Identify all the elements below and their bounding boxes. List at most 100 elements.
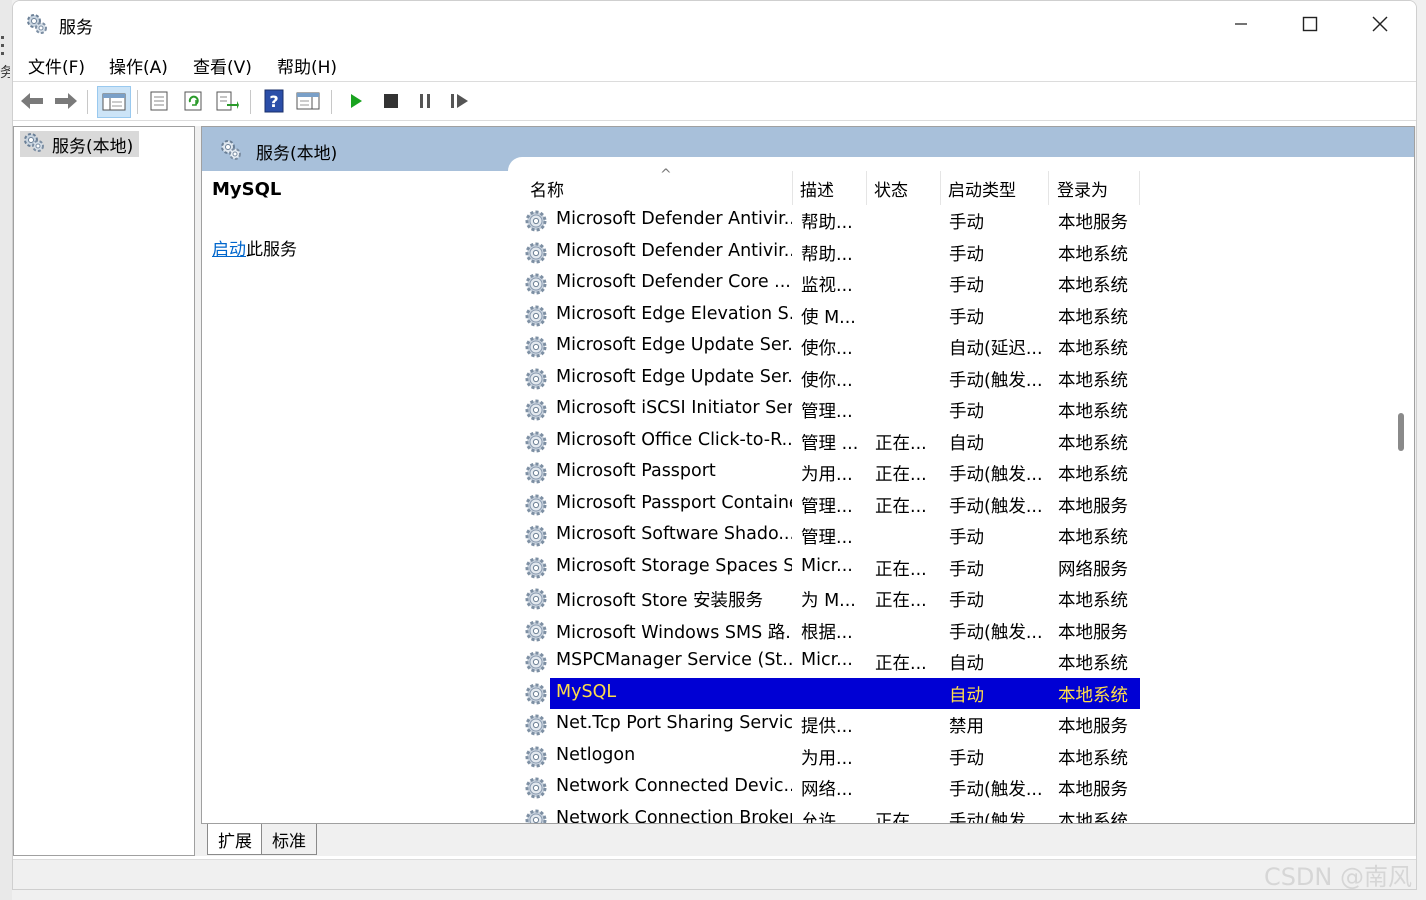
scrollbar-thumb[interactable] [1398,413,1404,451]
table-row[interactable]: Net.Tcp Port Sharing Service 提供... 禁用 本地服务 [518,709,1400,741]
service-description: 允许... [801,811,853,824]
table-row[interactable]: Microsoft Passport Container 管理... 正在... 手动… [518,489,1400,521]
menu-bar: 文件(F) 操作(A) 查看(V) 帮助(H) [13,47,1416,82]
service-log-on-as: 本地系统 [1058,244,1128,265]
refresh-icon[interactable] [180,88,206,114]
table-row[interactable]: Microsoft Defender Antivir... 帮助... 手动 本地服务 [518,205,1400,237]
table-row[interactable]: Microsoft Storage Spaces S... Micr... 正在..… [518,552,1400,584]
back-arrow-icon[interactable] [19,88,45,114]
service-name: Microsoft Defender Antivir... [556,209,792,229]
column-header-status[interactable]: 状态 [874,171,940,205]
column-header-description[interactable]: 描述 [800,171,866,205]
service-gear-icon [524,367,548,396]
tree-item-services-local[interactable]: 服务(本地) [20,131,140,157]
service-log-on-as: 本地系统 [1058,591,1128,611]
service-description: 网络... [801,780,853,800]
stop-service-icon[interactable] [378,88,404,114]
service-gear-icon [524,776,548,805]
help-icon[interactable]: ? [261,88,287,114]
main-content: 服务(本地) 服务(本地) MySQL 启动此服务 名称 ^ 描述 状态 启动类… [13,126,1416,856]
service-description: 使你... [801,339,853,359]
table-row[interactable]: Microsoft iSCSI Initiator Ser... 管理... 手动 本… [518,394,1400,426]
table-row[interactable]: Microsoft Software Shado... 管理... 手动 本地系统 [518,520,1400,552]
start-service-line: 启动此服务 [212,235,297,260]
service-gear-icon [524,335,548,364]
menu-help[interactable]: 帮助(H) [277,53,337,78]
table-row[interactable]: Microsoft Defender Core ... 监视... 手动 本地系统 [518,268,1400,300]
panel-title: 服务(本地) [256,144,338,164]
menu-file[interactable]: 文件(F) [28,53,85,78]
service-rows: Microsoft Defender Antivir... 帮助... 手动本地服务… [518,205,1400,824]
start-service-suffix: 此服务 [246,240,297,260]
service-log-on-as: 本地系统 [1058,402,1128,422]
menu-view[interactable]: 查看(V) [193,53,252,78]
service-startup-type: 手动(触发... [949,622,1043,643]
show-hide-action-pane-icon[interactable] [295,88,321,114]
table-row[interactable]: Microsoft Office Click-to-R... 管理 ... 正在..… [518,426,1400,458]
table-row[interactable]: MSPCManager Service (St... Micr... 正在... 自动… [518,646,1400,678]
minimize-button[interactable] [1206,1,1276,47]
service-log-on-as: 本地系统 [1058,370,1128,391]
sort-up-icon: ^ [660,167,672,183]
table-row[interactable]: Microsoft Windows SMS 路... 根据... 手动(触发... 本… [518,615,1400,647]
column-header-log-on-as[interactable]: 登录为 [1057,171,1139,205]
toolbar: ? [13,82,1416,121]
service-name: Microsoft Edge Elevation S... [556,303,792,324]
service-description: 为用... [801,465,853,485]
service-log-on-as: 本地系统 [1058,276,1128,296]
service-status: 正在... [875,465,927,485]
service-name: Microsoft Software Shado... [556,524,792,544]
service-name: Netlogon [556,744,636,765]
service-startup-type: 自动 [949,433,984,454]
start-service-icon[interactable] [343,88,369,114]
maximize-button[interactable] [1275,1,1345,47]
table-row[interactable]: Network Connected Devic... 网络... 手动(触发... 本… [518,772,1400,804]
service-log-on-as: 本地系统 [1058,465,1128,485]
service-description: 为 M... [801,591,856,611]
services-panel: 服务(本地) MySQL 启动此服务 名称 ^ 描述 状态 启动类型 登录为 M… [201,126,1415,824]
export-list-icon[interactable] [214,88,240,114]
service-name: Microsoft Defender Core ... [556,272,791,292]
table-row[interactable]: Netlogon 为用... 手动 本地系统 [518,741,1400,773]
background-window-edge: 务 [0,0,12,900]
service-gear-icon [524,430,548,459]
properties-icon[interactable] [146,88,172,114]
pause-service-icon[interactable] [412,88,438,114]
forward-arrow-icon[interactable] [53,88,79,114]
service-description: 为用... [801,748,853,769]
service-gear-icon [524,650,548,679]
close-button[interactable] [1345,1,1415,47]
column-header-startup-type[interactable]: 启动类型 [948,171,1048,205]
table-row[interactable]: Microsoft Store 安装服务 为 M... 正在... 手动 本地系统 [518,583,1400,615]
table-row[interactable]: Microsoft Passport 为用... 正在... 手动(触发... 本地系统 [518,457,1400,489]
table-row[interactable]: Microsoft Edge Update Ser... 使你... 自动(延迟..… [518,331,1400,363]
service-log-on-as: 本地系统 [1058,339,1128,359]
tab-standard[interactable]: 标准 [261,824,317,855]
service-description: 管理... [801,402,853,422]
table-row[interactable]: Microsoft Defender Antivir... 帮助... 手动 本地系统 [518,237,1400,269]
table-row[interactable]: Network Connection Broker 允许... 正在... 手动(触发… [518,804,1400,824]
more-dots-icon [1,36,4,60]
services-window: 服务 文件(F) 操作(A) 查看(V) 帮助(H) ? 服务(本地) 服务(本… [12,0,1417,890]
service-log-on-as: 本地系统 [1058,528,1128,548]
panel-header: 服务(本地) [202,127,1414,177]
table-row-selected[interactable]: MySQL 自动 本地系统 [518,677,1400,709]
menu-action[interactable]: 操作(A) [109,53,168,78]
service-description: 帮助... [801,244,853,265]
console-tree-icon[interactable] [97,86,131,118]
vertical-scrollbar[interactable] [1398,171,1414,823]
service-gear-icon [524,808,548,823]
resume-service-icon[interactable] [447,88,473,114]
service-startup-type: 手动 [949,402,984,422]
service-log-on-as: 本地服务 [1058,717,1128,737]
service-startup-type: 手动 [949,559,984,580]
tab-extended[interactable]: 扩展 [207,824,263,855]
start-service-link[interactable]: 启动 [212,240,246,260]
service-description: 帮助... [801,213,853,233]
table-row[interactable]: Microsoft Edge Update Ser... 使你... 手动(触发..… [518,363,1400,395]
service-status: 正在... [875,654,927,674]
table-row[interactable]: Microsoft Edge Elevation S... 使 M... 手动 本地系… [518,300,1400,332]
column-header-name[interactable]: 名称 ^ [530,167,792,205]
console-tree: 服务(本地) [13,126,195,856]
service-description: 使你... [801,370,853,391]
